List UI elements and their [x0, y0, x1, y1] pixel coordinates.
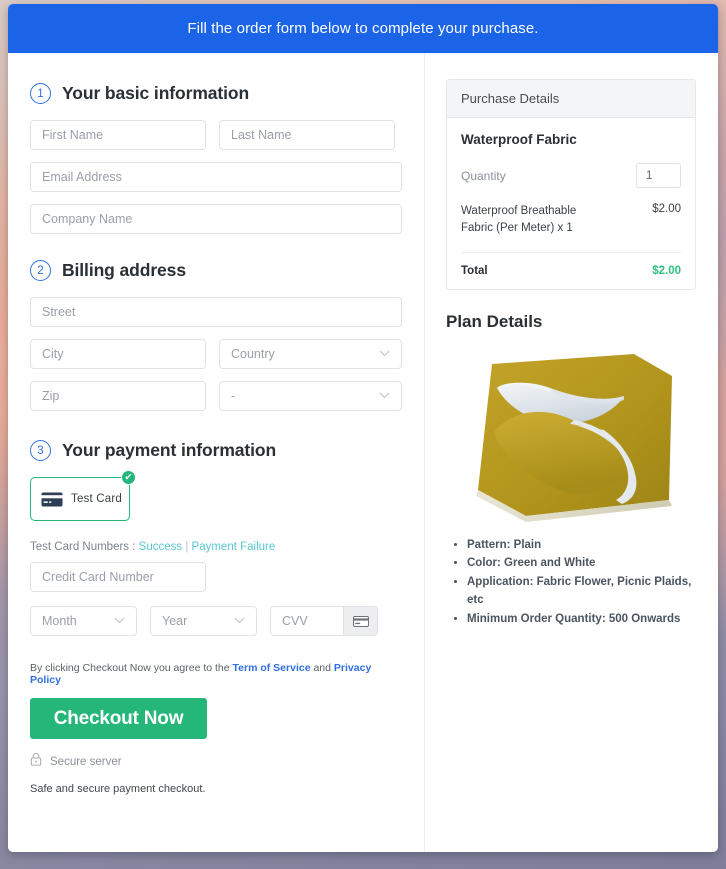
- line-item-row: Waterproof Breathable Fabric (Per Meter)…: [461, 203, 681, 253]
- checkout-page-card: Fill the order form below to complete yo…: [8, 4, 718, 852]
- product-image-fabric: [475, 353, 672, 522]
- quantity-input[interactable]: 1: [636, 163, 681, 188]
- purchase-details-card: Purchase Details Waterproof Fabric Quant…: [446, 79, 696, 290]
- test-card-numbers-line: Test Card Numbers : Success | Payment Fa…: [30, 541, 402, 553]
- credit-card-number-row: Credit Card Number: [30, 562, 402, 592]
- banner-text: Fill the order form below to complete yo…: [187, 20, 539, 37]
- cvv-card-icon: [343, 607, 377, 635]
- test-card-failure-link[interactable]: Payment Failure: [192, 541, 276, 553]
- selected-check-icon: ✔: [121, 470, 136, 485]
- step-number-2: 2: [30, 260, 51, 281]
- order-form-column: 1 Your basic information First Name Last…: [8, 53, 424, 852]
- terms-prefix: By clicking Checkout Now you agree to th…: [30, 662, 230, 674]
- credit-card-icon: [41, 492, 63, 507]
- chevron-down-icon: [379, 391, 390, 402]
- expiry-month-value: Month: [42, 614, 77, 628]
- total-amount: $2.00: [652, 264, 681, 277]
- secure-server-note: Secure server: [30, 752, 402, 771]
- terms-conjunction: and: [313, 662, 331, 674]
- step-title-billing-address: Billing address: [62, 260, 186, 280]
- lock-icon: [30, 752, 42, 771]
- total-label: Total: [461, 264, 488, 277]
- company-placeholder: Company Name: [42, 212, 133, 226]
- step-header-basic-information: 1 Your basic information: [30, 83, 402, 104]
- expiry-year-value: Year: [162, 614, 188, 628]
- state-selected-value: -: [231, 389, 236, 403]
- country-select[interactable]: Country: [219, 339, 402, 369]
- product-specs-list: Pattern: Plain Color: Green and White Ap…: [446, 536, 696, 629]
- state-select[interactable]: -: [219, 381, 402, 411]
- chevron-down-icon: [114, 616, 125, 627]
- cvv-placeholder: CVV: [282, 614, 308, 628]
- quantity-row: Quantity 1: [461, 163, 681, 188]
- total-row: Total $2.00: [461, 253, 681, 277]
- cvv-input[interactable]: CVV: [270, 606, 378, 636]
- payment-method-label: Test Card: [71, 493, 123, 505]
- step-number-1: 1: [30, 83, 51, 104]
- link-separator: |: [185, 541, 189, 553]
- quantity-label: Quantity: [461, 168, 506, 183]
- zip-input[interactable]: Zip: [30, 381, 206, 411]
- email-placeholder: Email Address: [42, 170, 122, 184]
- zip-placeholder: Zip: [42, 389, 60, 403]
- city-country-row: City Country: [30, 339, 402, 369]
- list-item: Minimum Order Quantity: 500 Onwards: [467, 610, 696, 629]
- line-item-description: Waterproof Breathable Fabric (Per Meter)…: [461, 205, 577, 235]
- payment-method-test-card[interactable]: Test Card ✔: [30, 470, 136, 521]
- page-banner: Fill the order form below to complete yo…: [8, 4, 718, 53]
- credit-card-number-placeholder: Credit Card Number: [42, 570, 154, 584]
- secure-server-label: Secure server: [50, 755, 122, 768]
- summary-column: Purchase Details Waterproof Fabric Quant…: [425, 53, 718, 852]
- checkout-body: 1 Your basic information First Name Last…: [8, 53, 718, 852]
- expiry-month-select[interactable]: Month: [30, 606, 137, 636]
- safe-checkout-note: Safe and secure payment checkout.: [30, 783, 206, 795]
- company-input[interactable]: Company Name: [30, 204, 402, 234]
- step-number-3: 3: [30, 440, 51, 461]
- list-item: Color: Green and White: [467, 554, 696, 573]
- test-card-numbers-label: Test Card Numbers :: [30, 541, 136, 553]
- line-item-amount: $2.00: [652, 203, 681, 215]
- chevron-down-icon: [379, 349, 390, 360]
- street-placeholder: Street: [42, 305, 76, 319]
- step-title-basic-information: Your basic information: [62, 83, 250, 103]
- chevron-down-icon: [234, 616, 245, 627]
- product-name: Waterproof Fabric: [461, 132, 577, 147]
- step-header-billing-address: 2 Billing address: [30, 260, 402, 281]
- list-item: Pattern: Plain: [467, 536, 696, 555]
- step-header-payment-information: 3 Your payment information: [30, 440, 402, 461]
- test-card-success-link[interactable]: Success: [139, 541, 182, 553]
- term-of-service-link[interactable]: Term of Service: [233, 662, 311, 674]
- street-row: Street: [30, 297, 402, 327]
- last-name-input[interactable]: Last Name: [219, 120, 395, 150]
- step-title-payment-information: Your payment information: [62, 440, 277, 460]
- terms-text: By clicking Checkout Now you agree to th…: [30, 662, 402, 686]
- city-input[interactable]: City: [30, 339, 206, 369]
- city-placeholder: City: [42, 347, 64, 361]
- country-selected-value: Country: [231, 347, 275, 361]
- first-name-placeholder: First Name: [42, 128, 104, 142]
- first-name-input[interactable]: First Name: [30, 120, 206, 150]
- credit-card-number-input[interactable]: Credit Card Number: [30, 562, 206, 592]
- street-input[interactable]: Street: [30, 297, 402, 327]
- expiry-cvv-row: Month Year CVV: [30, 606, 402, 636]
- last-name-placeholder: Last Name: [231, 128, 292, 142]
- email-input[interactable]: Email Address: [30, 162, 402, 192]
- zip-state-row: Zip -: [30, 381, 402, 411]
- list-item: Application: Fabric Flower, Picnic Plaid…: [467, 573, 696, 610]
- expiry-year-select[interactable]: Year: [150, 606, 257, 636]
- purchase-details-header: Purchase Details: [447, 80, 695, 118]
- checkout-now-button[interactable]: Checkout Now: [30, 698, 207, 739]
- name-fields-row: First Name Last Name: [30, 120, 402, 150]
- plan-details-title: Plan Details: [446, 311, 543, 331]
- company-row: Company Name: [30, 204, 402, 234]
- purchase-details-body: Waterproof Fabric Quantity 1 Waterproof …: [447, 118, 695, 289]
- email-row: Email Address: [30, 162, 402, 192]
